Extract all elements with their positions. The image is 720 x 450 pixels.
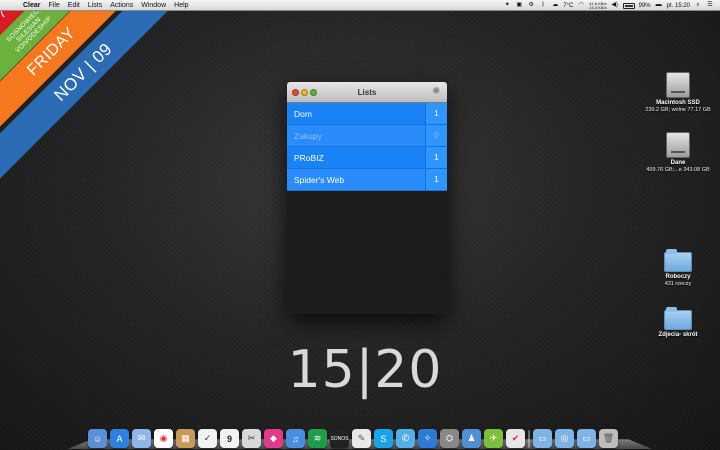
spotify-icon[interactable]: ≋ [308, 429, 327, 448]
folder-icon [664, 307, 692, 330]
list-row-label: Zakupy [287, 125, 425, 146]
documents-folder-icon[interactable]: ▭ [577, 429, 596, 448]
weather-widget: 7° SOSNOWIEC, SILESIAN VOIVODESHIP FRIDA… [0, 0, 240, 240]
chat-icon[interactable]: ✈ [484, 429, 503, 448]
list-row-label: Dom [287, 103, 425, 124]
desktop-icon-label: Dane [670, 160, 686, 166]
lists-window: Lists ✺ Dom 1 Zakupy 0 PRoBIZ 1 Spider's… [287, 82, 447, 314]
list-row-label: Spider's Web [287, 169, 425, 190]
applications-folder-icon[interactable]: ▭ [533, 429, 552, 448]
weather-icon[interactable]: ☁ [551, 2, 559, 9]
list-row-count: 1 [425, 103, 447, 124]
minimize-icon[interactable] [301, 89, 308, 96]
desktop-icon-zdjecia[interactable]: Zdjecia- skrót [638, 307, 718, 339]
list-row-spiders-web[interactable]: Spider's Web 1 [287, 169, 447, 191]
list-row-count: 1 [425, 147, 447, 168]
desktop-icon-label: Macintosh SSD [656, 100, 700, 106]
list-row-label: PRoBIZ [287, 147, 425, 168]
network-monitor[interactable]: 41.6 KB/s 24.3 KB/s [589, 1, 607, 10]
battery-percent[interactable]: 99% [639, 3, 651, 9]
dock: ☺ A ✉ ◉ ▦ ✓ 9 ✂ ◆ ♫ ≋ SONOS ✎ S ✆ ✧ ⛭ ♟ … [67, 420, 653, 450]
menu-edit[interactable]: Edit [64, 2, 84, 9]
volume-icon[interactable]: ◀) [611, 2, 619, 9]
textedit-icon[interactable]: ✎ [352, 429, 371, 448]
menu-actions[interactable]: Actions [106, 2, 137, 9]
window-title: Lists [357, 87, 377, 97]
list-row-count: 1 [425, 169, 447, 190]
gem-icon[interactable]: ◆ [264, 429, 283, 448]
desktop-icon-sub: 431 rzeczy [664, 281, 692, 287]
desktop-clock: 15|20 [287, 340, 443, 400]
desktop-icon-roboczy[interactable]: Roboczy 431 rzeczy [638, 249, 718, 288]
calendar-status-icon[interactable]: ▣ [515, 2, 523, 9]
sync-icon[interactable]: ⛭ [440, 429, 459, 448]
app-store-icon[interactable]: A [110, 429, 129, 448]
desktop-icon-sub: 239.2 GB; wolne 77.17 GB [645, 107, 711, 113]
menubar-clock[interactable]: pt. 15:20 [667, 3, 690, 9]
desktop-icon-macintosh-ssd[interactable]: Macintosh SSD 239.2 GB; wolne 77.17 GB [638, 72, 718, 114]
menu-window[interactable]: Window [137, 2, 170, 9]
task-check-icon[interactable]: ✔ [506, 429, 525, 448]
settings-status-icon[interactable]: ⚙ [527, 2, 535, 9]
list-row-dom[interactable]: Dom 1 [287, 103, 447, 125]
close-icon[interactable] [292, 89, 299, 96]
hard-drive-icon [666, 132, 690, 158]
menu-file[interactable]: File [45, 2, 64, 9]
menu-lists[interactable]: Lists [84, 2, 106, 9]
finder-icon[interactable]: ☺ [88, 429, 107, 448]
zoom-icon[interactable] [310, 89, 317, 96]
spotlight-search-icon[interactable]: ⌕ [694, 2, 702, 9]
hard-drive-icon [666, 72, 690, 98]
package-icon[interactable]: ▦ [176, 429, 195, 448]
desktop-icon-label: Roboczy [665, 274, 691, 280]
desktop-icon-label: Zdjecia- skrót [658, 332, 698, 338]
notification-center-icon[interactable]: ☰ [706, 2, 714, 9]
trash-icon[interactable]: 🗑 [599, 429, 618, 448]
list-row-zakupy[interactable]: Zakupy 0 [287, 125, 447, 147]
wifi-icon[interactable]: ◠ [577, 2, 585, 9]
calendar-icon[interactable]: 9 [220, 429, 239, 448]
dropbox-icon[interactable]: ✦ [503, 2, 511, 9]
twitter-icon[interactable]: ✆ [396, 429, 415, 448]
safari-icon[interactable]: ✧ [418, 429, 437, 448]
downloads-folder-icon[interactable]: ◎ [555, 429, 574, 448]
sonos-icon[interactable]: SONOS [330, 429, 349, 448]
list-row-probiz[interactable]: PRoBIZ 1 [287, 147, 447, 169]
menu-app-name[interactable]: Clear [19, 2, 45, 9]
preview-icon[interactable]: ✂ [242, 429, 261, 448]
menu-bar: Clear File Edit Lists Actions Window Hel… [0, 0, 720, 11]
menubar-temperature[interactable]: 7°C [563, 3, 573, 9]
menu-help[interactable]: Help [170, 2, 192, 9]
status-area: ✦ ▣ ⚙ ᛒ ☁ 7°C ◠ 41.6 KB/s 24.3 KB/s ◀) 9… [503, 0, 714, 11]
task-list-icon[interactable]: ✓ [198, 429, 217, 448]
battery-icon[interactable] [622, 2, 635, 9]
dock-separator [528, 430, 530, 448]
itunes-icon[interactable]: ♫ [286, 429, 305, 448]
list-row-count: 0 [425, 125, 447, 146]
game-center-icon[interactable]: ♟ [462, 429, 481, 448]
mail-icon[interactable]: ✉ [132, 429, 151, 448]
chrome-icon[interactable]: ◉ [154, 429, 173, 448]
window-titlebar[interactable]: Lists ✺ [287, 82, 447, 103]
bluetooth-icon[interactable]: ᛒ [539, 2, 547, 9]
desktop-icon-dane[interactable]: Dane 499.76 GB;...e 343.08 GB [638, 132, 718, 174]
folder-icon [664, 249, 692, 272]
skype-icon[interactable]: S [374, 429, 393, 448]
gear-icon[interactable]: ✺ [432, 87, 442, 97]
input-flag-icon[interactable]: ▬ [655, 2, 663, 9]
desktop-icon-sub: 499.76 GB;...e 343.08 GB [646, 167, 710, 173]
network-down: 24.3 KB/s [589, 4, 607, 10]
